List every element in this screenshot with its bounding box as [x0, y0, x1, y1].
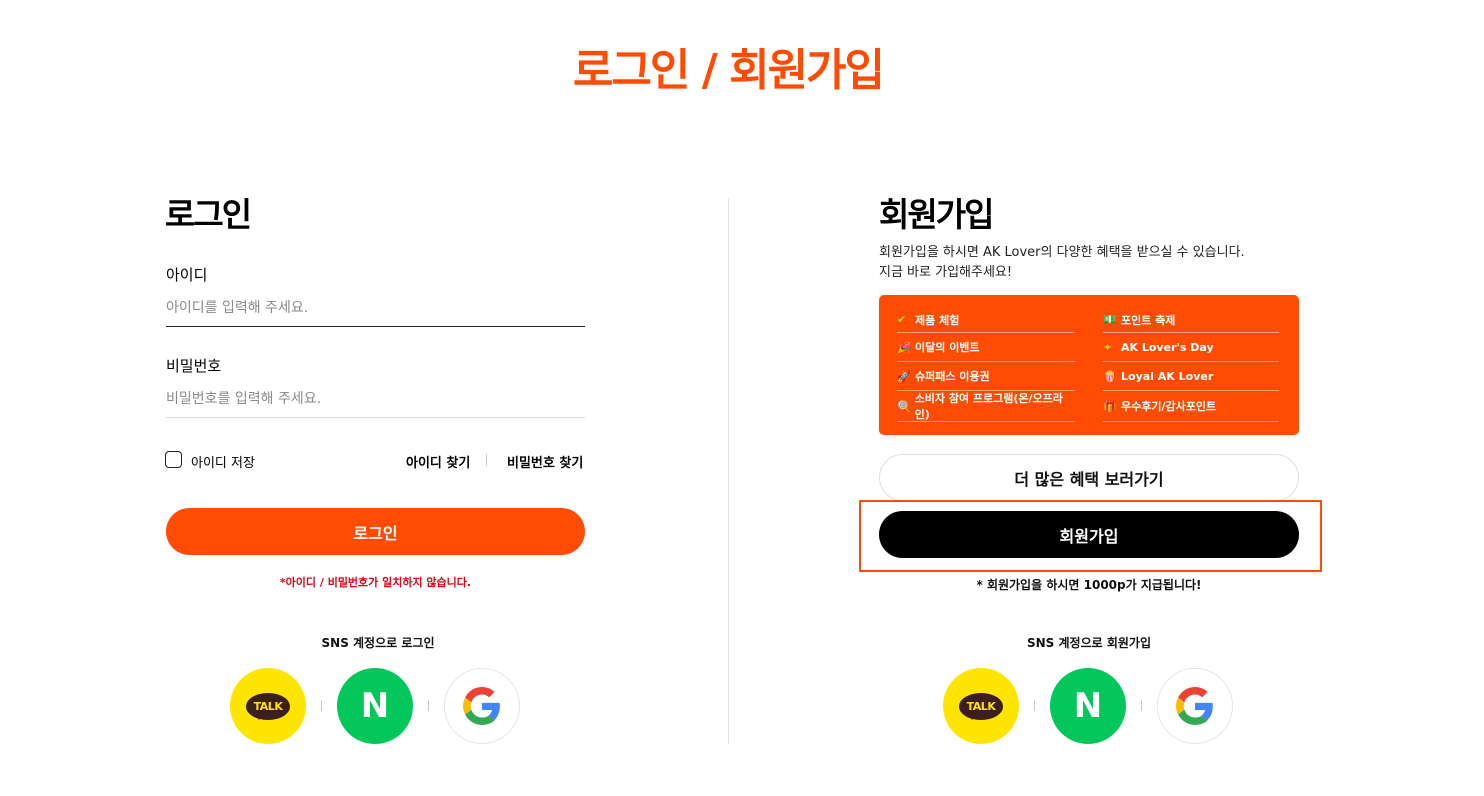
signup-point-note: * 회원가입을 하시면 1000p가 지급됩니다!	[976, 578, 1202, 592]
signup-title: 회원가입	[879, 195, 994, 234]
google-icon	[1176, 687, 1213, 725]
id-input-underline	[166, 326, 585, 327]
password-label: 비밀번호	[166, 357, 222, 375]
popcorn-icon: 🍿	[1103, 369, 1117, 383]
naver-login-button[interactable]: N	[337, 668, 413, 744]
kakao-talk-icon: TALK	[958, 692, 1004, 720]
sparkle-icon: ✦	[1103, 340, 1113, 354]
naver-icon: N	[360, 686, 390, 726]
login-error-message: *아이디 / 비밀번호가 일치하지 않습니다.	[279, 576, 472, 589]
remember-id-checkbox[interactable]	[165, 451, 182, 468]
find-id-link[interactable]: 아이디 찾기	[406, 452, 470, 471]
benefit-label: 슈퍼패스 이용권	[915, 370, 990, 383]
login-sns-title: SNS 계정으로 로그인	[321, 636, 435, 650]
benefit-item: 🍭 소비자 참여 프로그램(온/오프라인)	[897, 391, 1075, 422]
benefit-item: 🎉 이달의 이벤트	[897, 333, 1075, 362]
sns-separator	[321, 700, 322, 711]
rocket-icon: 🚀	[897, 369, 911, 383]
gift-icon: 🎁	[1103, 399, 1117, 413]
benefit-label: Loyal AK Lover	[1121, 369, 1214, 383]
signup-description-line-1: 회원가입을 하시면 AK Lover의 다양한 혜택을 받으실 수 있습니다.	[879, 245, 1245, 260]
column-divider	[728, 198, 729, 744]
google-login-button[interactable]	[444, 668, 520, 744]
money-icon: 💵	[1103, 313, 1117, 326]
remember-id-label[interactable]: 아이디 저장	[191, 452, 255, 471]
sns-separator	[428, 700, 429, 711]
benefit-item: 🍿 Loyal AK Lover	[1103, 362, 1279, 391]
benefit-label: 이달의 이벤트	[915, 341, 980, 354]
benefits-box: ✔ 제품 체험 🎉 이달의 이벤트 🚀 슈퍼패스 이용권 🍭 소비자 참여 프로그램(온…	[879, 295, 1299, 435]
login-title: 로그인	[165, 195, 252, 234]
kakao-signup-button[interactable]: TALK	[943, 668, 1019, 744]
id-input[interactable]	[166, 290, 586, 326]
login-button[interactable]: 로그인	[166, 508, 585, 555]
kakao-talk-icon: TALK	[245, 692, 291, 720]
naver-signup-button[interactable]: N	[1050, 668, 1126, 744]
password-input-underline	[166, 417, 585, 418]
sns-separator	[1141, 700, 1142, 711]
benefit-label: 소비자 참여 프로그램(온/오프라인)	[914, 392, 1063, 421]
naver-icon: N	[1073, 686, 1103, 726]
benefit-item: 💵 포인트 축제	[1103, 307, 1279, 333]
id-label: 아이디	[166, 266, 208, 284]
benefit-label: 우수후기/감사포인트	[1121, 400, 1217, 413]
google-signup-button[interactable]	[1157, 668, 1233, 744]
candy-icon: 🍭	[897, 399, 911, 413]
benefit-item: 🎁 우수후기/감사포인트	[1103, 391, 1279, 422]
find-links-separator	[486, 454, 487, 466]
benefit-item: 🚀 슈퍼패스 이용권	[897, 362, 1075, 391]
signup-sns-title: SNS 계정으로 회원가입	[1026, 636, 1151, 650]
find-password-link[interactable]: 비밀번호 찾기	[507, 452, 583, 471]
google-icon	[463, 687, 500, 725]
password-input[interactable]	[166, 381, 586, 417]
benefit-item: ✔ 제품 체험	[897, 307, 1075, 333]
benefit-label: 포인트 축제	[1121, 313, 1176, 327]
page-title: 로그인 / 회원가입	[572, 45, 885, 96]
party-icon: 🎉	[897, 340, 911, 354]
benefit-item: ✦ AK Lover's Day	[1103, 333, 1279, 362]
check-icon: ✔	[897, 313, 907, 326]
signup-button[interactable]: 회원가입	[879, 511, 1299, 558]
signup-description-line-2: 지금 바로 가입해주세요!	[879, 265, 1013, 280]
benefit-label: AK Lover's Day	[1121, 340, 1214, 354]
benefit-label: 제품 체험	[915, 313, 960, 327]
sns-separator	[1034, 700, 1035, 711]
more-benefits-button[interactable]: 더 많은 혜택 보러가기	[879, 454, 1299, 501]
kakao-login-button[interactable]: TALK	[230, 668, 306, 744]
